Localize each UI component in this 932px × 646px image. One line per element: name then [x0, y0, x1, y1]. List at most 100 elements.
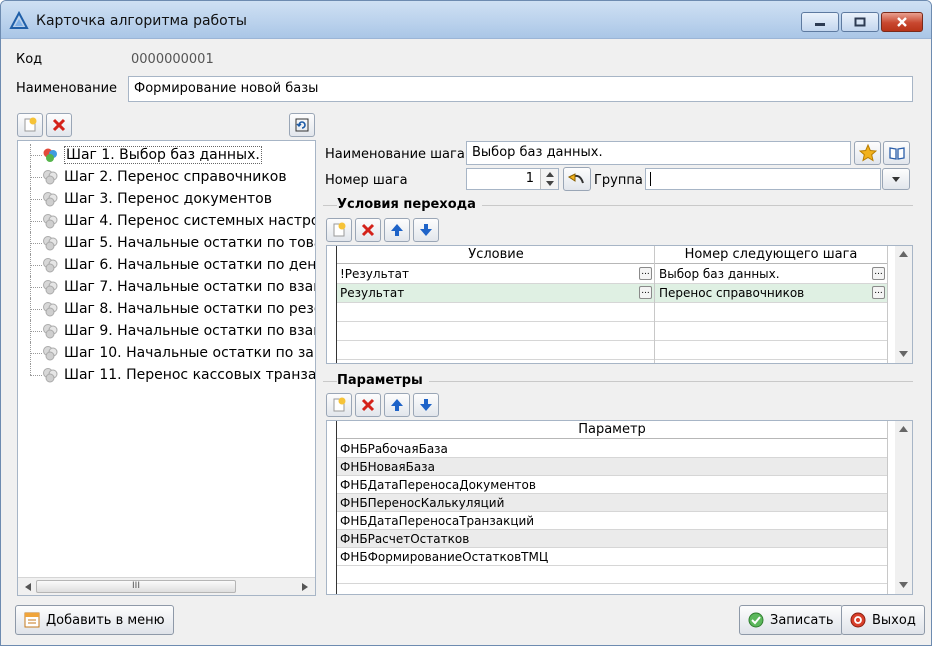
active-step-icon	[43, 148, 57, 162]
next-step-ellipsis-button[interactable]: ...	[872, 286, 885, 299]
step-icon	[43, 324, 58, 339]
add-step-button[interactable]	[17, 113, 43, 137]
close-window-button[interactable]	[881, 12, 923, 32]
group-caret	[650, 172, 651, 186]
param-cell[interactable]: ФНБРасчетОстатков	[337, 530, 882, 548]
add-to-menu-button[interactable]: Добавить в меню	[15, 605, 174, 635]
param-cell[interactable]: ФНБДатаПереносаДокументов	[337, 476, 882, 494]
params-vertical-scrollbar[interactable]	[895, 421, 912, 594]
add-condition-button[interactable]	[326, 218, 352, 242]
tree-item[interactable]: Шаг 4. Перенос системных настроек	[42, 210, 315, 232]
book-icon	[888, 147, 905, 160]
condition-ellipsis-button[interactable]: ...	[639, 267, 652, 280]
step-icon	[43, 236, 58, 251]
tree-item-label: Шаг 5. Начальные остатки по товарам	[64, 235, 315, 251]
tree-item-label: Шаг 6. Начальные остатки по денежным сре…	[64, 257, 316, 273]
undo-step-button[interactable]	[563, 167, 591, 191]
refresh-tree-button[interactable]	[289, 113, 315, 137]
move-condition-down-button[interactable]	[413, 218, 439, 242]
param-cell[interactable]: ФНБДатаПереносаТранзакций	[337, 512, 882, 530]
scroll-up-icon	[899, 426, 908, 432]
tree-item[interactable]: Шаг 9. Начальные остатки по взаиморасчет…	[42, 320, 315, 342]
close-icon	[897, 17, 907, 27]
col-header-next-step[interactable]: Номер следующего шага	[655, 246, 887, 264]
tree-connector	[30, 331, 42, 332]
param-cell[interactable]: ФНБПереносКалькуляций	[337, 494, 882, 512]
empty-row[interactable]	[337, 341, 887, 360]
arrow-up-icon	[391, 399, 403, 411]
group-label: Группа	[594, 173, 643, 188]
params-title: Параметры	[337, 373, 429, 388]
reference-book-button[interactable]	[883, 141, 910, 165]
tree-item[interactable]: Шаг 10. Начальные остатки по заказам	[42, 342, 315, 364]
row-separator	[337, 583, 887, 584]
move-param-down-button[interactable]	[413, 393, 439, 417]
steps-tree[interactable]: Шаг 1. Выбор баз данных. Шаг 2. Перенос с…	[17, 140, 316, 596]
condition-cell[interactable]: Результат	[337, 284, 637, 302]
conditions-vertical-scrollbar[interactable]	[895, 246, 912, 363]
scroll-down-icon	[899, 351, 908, 357]
conditions-grid[interactable]: Условие Номер следующего шага !Результат…	[326, 245, 913, 364]
next-step-cell[interactable]: Выбор баз данных.	[656, 265, 866, 283]
tree-connector	[30, 177, 42, 178]
step-name-input[interactable]: Выбор баз данных.	[466, 141, 851, 165]
step-icon	[43, 258, 58, 273]
col-header-condition[interactable]: Условие	[337, 246, 655, 264]
favorite-button[interactable]	[854, 141, 881, 165]
step-icon	[43, 346, 58, 361]
exit-button[interactable]: Выход	[841, 605, 925, 635]
next-step-ellipsis-button[interactable]: ...	[872, 267, 885, 280]
add-param-button[interactable]	[326, 393, 352, 417]
group-dropdown-button[interactable]	[882, 168, 910, 190]
tree-connector	[30, 309, 42, 310]
code-label: Код	[16, 52, 43, 67]
tree-item[interactable]: Шаг 8. Начальные остатки по резервам	[42, 298, 315, 320]
tree-item-label: Шаг 11. Перенос кассовых транзакций	[64, 367, 316, 383]
maximize-button[interactable]	[841, 12, 879, 32]
scroll-thumb[interactable]: III	[36, 580, 236, 593]
app-logo-icon	[9, 11, 29, 29]
move-param-up-button[interactable]	[384, 393, 410, 417]
condition-ellipsis-button[interactable]: ...	[639, 286, 652, 299]
tree-item[interactable]: Шаг 3. Перенос документов	[42, 188, 272, 210]
row-separator	[337, 359, 887, 360]
tree-item[interactable]: Шаг 5. Начальные остатки по товарам	[42, 232, 315, 254]
empty-row[interactable]	[337, 303, 887, 322]
params-grid[interactable]: Параметр ФНБРабочаяБаза ФНБНоваяБаза ФНБДа…	[326, 420, 913, 595]
undo-icon	[568, 173, 584, 184]
tree-connector	[30, 287, 42, 288]
group-input[interactable]	[645, 168, 881, 190]
tree-item-label: Шаг 9. Начальные остатки по взаиморасчет…	[64, 323, 315, 339]
conditions-title: Условия перехода	[337, 197, 482, 212]
tree-item[interactable]: Шаг 2. Перенос справочников	[42, 166, 287, 188]
save-button[interactable]: Записать	[739, 605, 843, 635]
step-number-spinner[interactable]	[540, 169, 558, 189]
maximize-icon	[854, 17, 866, 27]
param-cell[interactable]: ФНБНоваяБаза	[337, 458, 882, 476]
add-icon	[24, 117, 37, 132]
delete-step-button[interactable]	[46, 113, 72, 137]
empty-row[interactable]	[337, 566, 887, 584]
col-header-param[interactable]: Параметр	[337, 421, 887, 439]
empty-row[interactable]	[337, 322, 887, 341]
tree-connector	[30, 243, 42, 244]
param-cell[interactable]: ФНБРабочаяБаза	[337, 440, 882, 458]
delete-icon	[52, 118, 66, 132]
tree-horizontal-scrollbar[interactable]: III	[18, 577, 315, 595]
minimize-button[interactable]	[801, 12, 839, 32]
spin-down-icon	[546, 181, 554, 186]
tree-item[interactable]: Шаг 1. Выбор баз данных.	[42, 144, 262, 166]
param-cell[interactable]: ФНБФормированиеОстатковТМЦ	[337, 548, 882, 566]
save-label: Записать	[770, 612, 834, 628]
delete-param-button[interactable]	[355, 393, 381, 417]
exit-icon	[850, 612, 866, 628]
name-input[interactable]: Формирование новой базы	[128, 76, 913, 102]
arrow-down-icon	[420, 399, 432, 411]
next-step-cell[interactable]: Перенос справочников	[656, 284, 866, 302]
move-condition-up-button[interactable]	[384, 218, 410, 242]
delete-condition-button[interactable]	[355, 218, 381, 242]
tree-item[interactable]: Шаг 11. Перенос кассовых транзакций	[42, 364, 316, 386]
tree-item[interactable]: Шаг 7. Начальные остатки по взаиморасчет…	[42, 276, 315, 298]
tree-item[interactable]: Шаг 6. Начальные остатки по денежным сре…	[42, 254, 316, 276]
condition-cell[interactable]: !Результат	[337, 265, 637, 283]
